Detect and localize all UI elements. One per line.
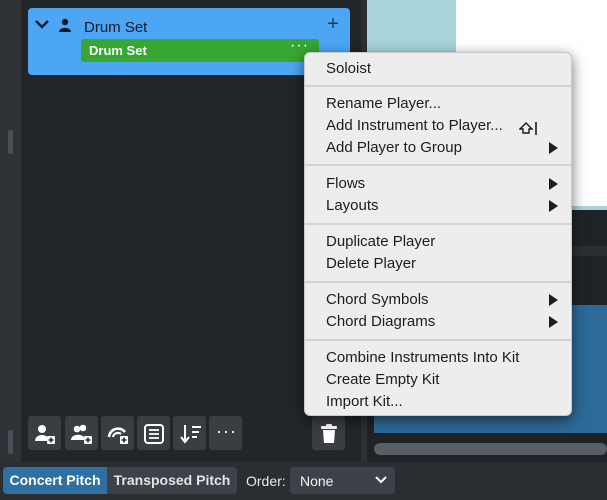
menu-item-delete-player[interactable]: Delete Player	[305, 253, 571, 275]
submenu-arrow-icon	[549, 142, 558, 154]
menu-item-label: Combine Instruments Into Kit	[326, 349, 520, 366]
add-solo-player-icon	[35, 425, 55, 444]
menu-item-label: Layouts	[326, 197, 379, 214]
menu-separator	[305, 85, 571, 87]
menu-separator	[305, 164, 571, 166]
add-ensemble-icon	[71, 424, 92, 444]
menu-item-label: Rename Player...	[326, 95, 442, 112]
sort-order-icon	[180, 425, 201, 444]
instrument-label: Drum Set	[89, 43, 147, 58]
menu-item-layouts[interactable]: Layouts	[305, 195, 571, 217]
edge-notch	[8, 130, 13, 154]
player-card[interactable]: Drum Set + Drum Set ···	[28, 8, 350, 75]
sort-order-button[interactable]	[173, 416, 206, 450]
more-options-icon: ···	[216, 421, 237, 441]
text-list-icon	[144, 424, 164, 444]
person-icon	[59, 18, 71, 32]
order-label: Order:	[246, 473, 286, 489]
chevron-down-icon	[375, 476, 387, 484]
player-name: Drum Set	[84, 19, 148, 36]
chevron-down-icon[interactable]	[34, 16, 50, 32]
menu-item-label: Add Instrument to Player...	[326, 117, 503, 134]
menu-item-rename-player[interactable]: Rename Player...	[305, 93, 571, 115]
transposed-pitch-button[interactable]: Transposed Pitch	[107, 467, 237, 494]
menu-item-import-kit[interactable]: Import Kit...	[305, 391, 571, 413]
menu-item-label: Duplicate Player	[326, 233, 436, 250]
menu-item-label: Import Kit...	[326, 393, 403, 410]
menu-separator	[305, 339, 571, 341]
menu-item-label: Add Player to Group	[326, 139, 462, 156]
menu-item-soloist[interactable]: Soloist	[305, 58, 571, 80]
menu-item-create-empty-kit[interactable]: Create Empty Kit	[305, 369, 571, 391]
menu-item-label: Soloist	[326, 60, 372, 77]
menu-item-label: Chord Diagrams	[326, 313, 436, 330]
menu-item-flows[interactable]: Flows	[305, 173, 571, 195]
delete-trash-icon	[321, 424, 337, 443]
left-edge-strip	[0, 0, 21, 462]
menu-item-label: Chord Symbols	[326, 291, 429, 308]
delete-player-button[interactable]	[312, 416, 345, 450]
horizontal-scrollbar[interactable]	[374, 443, 607, 455]
more-options-button[interactable]: ···	[209, 416, 242, 450]
menu-separator	[305, 281, 571, 283]
order-value: None	[300, 473, 334, 489]
submenu-arrow-icon	[549, 178, 558, 190]
menu-item-label: Flows	[326, 175, 366, 192]
context-menu: Soloist Rename Player... Add Instrument …	[304, 52, 572, 416]
submenu-arrow-icon	[549, 316, 558, 328]
menu-item-chord-symbols[interactable]: Chord Symbols	[305, 289, 571, 311]
menu-item-chord-diagrams[interactable]: Chord Diagrams	[305, 311, 571, 333]
menu-item-add-player-to-group[interactable]: Add Player to Group	[305, 137, 571, 159]
menu-separator	[305, 223, 571, 225]
text-list-button[interactable]	[137, 416, 170, 450]
menu-item-duplicate-player[interactable]: Duplicate Player	[305, 231, 571, 253]
menu-item-label: Create Empty Kit	[326, 371, 440, 388]
add-ensemble-button[interactable]	[65, 416, 98, 450]
submenu-arrow-icon	[549, 294, 558, 306]
add-section-player-icon	[107, 427, 128, 444]
cursor-icon	[519, 122, 537, 135]
instrument-row[interactable]: Drum Set ···	[81, 37, 319, 62]
concert-pitch-button[interactable]: Concert Pitch	[3, 467, 107, 494]
menu-item-combine-instruments[interactable]: Combine Instruments Into Kit	[305, 347, 571, 369]
menu-item-label: Delete Player	[326, 255, 417, 272]
add-solo-player-button[interactable]	[28, 416, 61, 450]
add-instrument-plus-button[interactable]: +	[324, 14, 342, 34]
order-select[interactable]: None	[290, 467, 395, 494]
submenu-arrow-icon	[549, 200, 558, 212]
edge-notch	[8, 430, 13, 454]
add-section-player-button[interactable]	[101, 416, 134, 450]
